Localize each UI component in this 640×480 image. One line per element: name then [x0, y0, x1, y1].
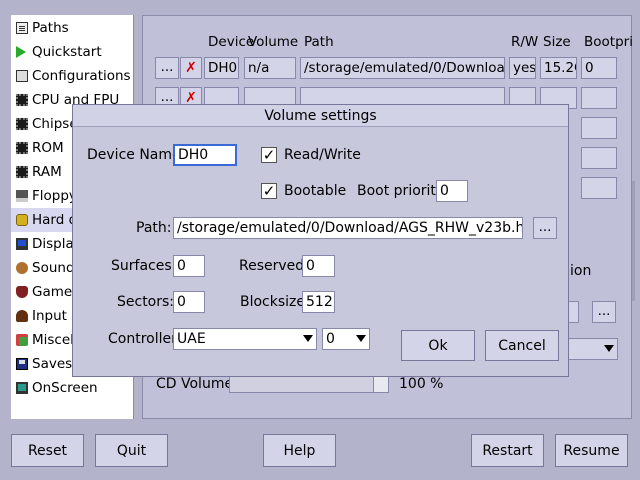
document-icon — [16, 22, 28, 34]
column-header-volume: Volume — [248, 34, 299, 50]
surfaces-label: Surfaces: — [111, 258, 177, 274]
boot-priority-label: Boot priority: — [357, 183, 448, 199]
drive-bootpri-cell: 0 — [581, 57, 617, 79]
gamepad-icon — [16, 286, 28, 298]
blocksize-label: Blocksize: — [240, 294, 310, 310]
config-icon — [16, 70, 28, 82]
ok-button[interactable]: Ok — [401, 330, 475, 361]
reserved-input[interactable]: 0 — [302, 255, 335, 277]
chip-icon — [16, 142, 28, 154]
path-input[interactable]: /storage/emulated/0/Download/AGS_RHW_v23… — [173, 217, 523, 239]
sidebar-item-label: Sound — [32, 260, 75, 276]
sidebar-item-quickstart[interactable]: Quickstart — [11, 40, 133, 64]
sidebar-item-label: Paths — [32, 20, 69, 36]
reserved-label: Reserved: — [239, 258, 309, 274]
sidebar-item-paths[interactable]: Paths — [11, 16, 133, 40]
delete-drive-button[interactable]: ✗ — [180, 57, 202, 79]
panel-scrollbar[interactable] — [632, 181, 635, 301]
sidebar-item-onscreen[interactable]: OnScreen — [11, 376, 133, 400]
cd-volume-slider[interactable] — [229, 376, 389, 393]
device-name-input[interactable]: DH0 — [173, 144, 237, 166]
save-icon — [16, 358, 28, 370]
help-button[interactable]: Help — [263, 434, 336, 467]
cd-browse-button[interactable]: ... — [592, 301, 616, 323]
surfaces-input[interactable]: 0 — [173, 255, 205, 277]
sectors-label: Sectors: — [117, 294, 175, 310]
column-header-path: Path — [304, 34, 334, 50]
path-label: Path: — [136, 220, 172, 236]
volume-settings-dialog: Volume settings Device Name: DH0 ✓ Read/… — [72, 104, 569, 377]
blocksize-input[interactable]: 512 — [302, 291, 335, 313]
column-header-size: Size — [543, 34, 571, 50]
display-icon — [16, 238, 28, 250]
controller-select-value: UAE — [177, 331, 206, 347]
chip-icon — [16, 166, 28, 178]
chevron-down-icon — [604, 345, 614, 352]
quit-button[interactable]: Quit — [95, 434, 168, 467]
bootable-checkbox[interactable]: ✓ — [261, 183, 277, 199]
drive-bootpri-cell — [581, 87, 617, 109]
edit-drive-button[interactable]: ... — [155, 57, 179, 79]
misc-icon — [16, 334, 28, 346]
device-name-label: Device Name: — [87, 147, 186, 163]
column-header-bootpri: Bootpri — [584, 34, 632, 50]
sound-icon — [16, 262, 28, 274]
path-browse-button[interactable]: ... — [533, 217, 557, 239]
drive-device-cell: DH0 — [204, 57, 239, 79]
bootable-label: Bootable — [284, 183, 347, 199]
sidebar-item-label: RAM — [32, 164, 62, 180]
sidebar-item-label: Input — [32, 308, 67, 324]
controller-select[interactable]: UAE — [173, 328, 317, 350]
controller-label: Controller: — [108, 331, 182, 347]
column-header-rw: R/W — [511, 34, 539, 50]
read-write-checkbox[interactable]: ✓ — [261, 147, 277, 163]
cd-section-label: ion — [570, 263, 592, 279]
reset-button[interactable]: Reset — [11, 434, 84, 467]
sidebar-item-label: Quickstart — [32, 44, 102, 60]
hard-drive-icon — [16, 214, 28, 226]
drive-volume-cell: n/a — [244, 57, 296, 79]
screen-icon — [16, 382, 28, 394]
drive-rw-cell: yes — [509, 57, 536, 79]
chevron-down-icon — [303, 335, 313, 342]
sidebar-item-configurations[interactable]: Configurations — [11, 64, 133, 88]
restart-button[interactable]: Restart — [471, 434, 544, 467]
sectors-input[interactable]: 0 — [173, 291, 205, 313]
controller-unit-value: 0 — [326, 331, 335, 347]
sidebar-item-label: Configurations — [32, 68, 131, 84]
sidebar-item-label: Floppy — [32, 188, 77, 204]
floppy-icon — [16, 190, 28, 202]
controller-unit-select[interactable]: 0 — [322, 328, 370, 350]
drive-path-cell: /storage/emulated/0/Download/AGS — [300, 57, 505, 79]
drive-bootpri-cell — [581, 117, 617, 139]
chip-icon — [16, 118, 28, 130]
chevron-down-icon — [356, 335, 366, 342]
sidebar-item-label: ROM — [32, 140, 64, 156]
play-icon — [16, 46, 26, 58]
sidebar-item-label: OnScreen — [32, 380, 98, 396]
chip-icon — [16, 94, 28, 106]
boot-priority-input[interactable]: 0 — [436, 180, 468, 202]
cd-volume-slider-handle[interactable] — [373, 377, 388, 392]
drive-bootpri-cell — [581, 177, 617, 199]
sidebar-item-label: Hard d — [32, 212, 78, 228]
cd-drive-select[interactable] — [568, 338, 618, 360]
cancel-button[interactable]: Cancel — [485, 330, 559, 361]
input-icon — [16, 310, 28, 322]
cd-volume-label: CD Volume: — [156, 376, 238, 392]
cd-volume-value: 100 % — [399, 376, 444, 392]
drive-size-cell: 15.2G — [540, 57, 577, 79]
drive-bootpri-cell — [581, 147, 617, 169]
read-write-label: Read/Write — [284, 147, 361, 163]
resume-button[interactable]: Resume — [555, 434, 628, 467]
sidebar-item-label: Savest — [32, 356, 78, 372]
dialog-title: Volume settings — [73, 105, 568, 127]
sidebar-item-label: Miscell — [32, 332, 78, 348]
